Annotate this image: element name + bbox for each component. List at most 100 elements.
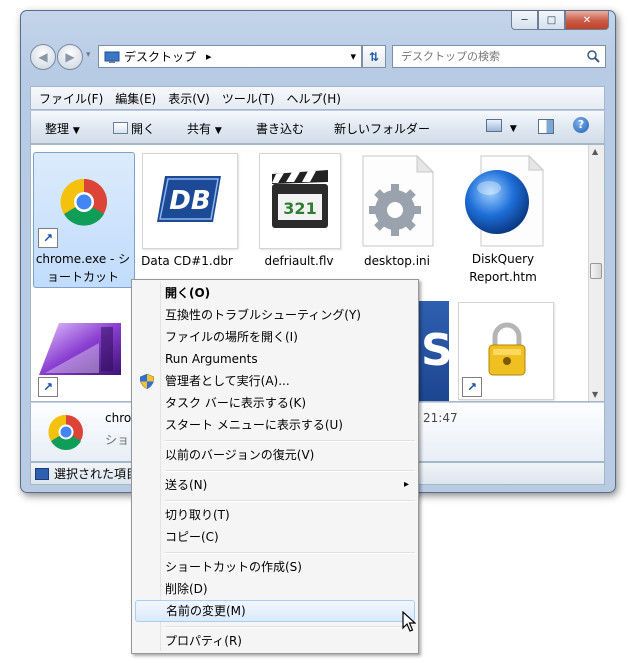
breadcrumb-separator-icon[interactable]: ▸ <box>206 50 212 63</box>
padlock-icon <box>488 322 526 376</box>
file-item-diskquery-report[interactable]: DiskQuery Report.htm <box>455 152 551 286</box>
file-item-chrome-shortcut[interactable]: ↗ chrome.exe - シ ョートカット <box>33 152 135 288</box>
address-dropdown-icon[interactable]: ▾ <box>350 50 356 63</box>
back-button[interactable]: ◀ <box>30 44 56 70</box>
views-icon <box>486 119 502 132</box>
clapper-text: 321 <box>283 199 316 218</box>
organize-button[interactable]: 整理 ▼ <box>45 120 80 137</box>
file-thumbnail-frame: ↗ <box>458 302 554 400</box>
file-item-data-cd[interactable]: DB Data CD#1.dbr <box>139 152 238 286</box>
menu-item-rename[interactable]: 名前の変更(M) <box>135 600 415 622</box>
chevron-down-icon: ▼ <box>214 126 222 136</box>
help-icon: ? <box>573 117 589 133</box>
caption-buttons: ─ □ ✕ <box>511 11 609 30</box>
address-bar[interactable]: デスクトップ ▸ ▾ <box>98 45 362 68</box>
menu-tools[interactable]: ツール(T) <box>222 90 275 107</box>
menu-item-properties[interactable]: プロパティ(R) <box>135 630 415 652</box>
menu-item-pin-start[interactable]: スタート メニューに表示する(U) <box>135 414 415 436</box>
scroll-down-icon[interactable]: ▼ <box>592 390 598 399</box>
menu-file[interactable]: ファイル(F) <box>39 90 103 107</box>
open-button[interactable]: 開く <box>113 120 155 137</box>
menu-view[interactable]: 表示(V) <box>168 90 210 107</box>
open-label: 開く <box>131 122 156 136</box>
menu-item-run-as-admin[interactable]: 管理者として実行(A)... <box>135 370 415 392</box>
db-logo-icon: DB <box>157 176 221 222</box>
menu-item-open[interactable]: 開く(O) <box>135 282 415 304</box>
menu-item-restore-versions[interactable]: 以前のバージョンの復元(V) <box>135 444 415 466</box>
partial-file-thumbnail[interactable]: S <box>419 301 453 401</box>
menu-separator <box>165 470 415 472</box>
menu-item-pin-taskbar[interactable]: タスク バーに表示する(K) <box>135 392 415 414</box>
forward-button[interactable]: ▶ <box>57 44 83 70</box>
run-as-admin-label: 管理者として実行(A)... <box>165 374 290 388</box>
file-name-line1: DiskQuery <box>471 252 535 266</box>
file-label: chrome.exe - シ ョートカット <box>33 250 133 286</box>
shortcut-arrow-icon: ↗ <box>462 377 482 397</box>
chevron-down-icon: ▼ <box>72 126 80 136</box>
menu-item-compat-troubleshoot[interactable]: 互換性のトラブルシューティング(Y) <box>135 304 415 326</box>
file-name-line1: Data CD#1.dbr <box>141 254 233 268</box>
forward-arrow-icon: ▶ <box>65 50 75 64</box>
details-file-type: ショ <box>105 433 130 447</box>
address-location[interactable]: デスクトップ <box>124 48 196 65</box>
burn-button[interactable]: 書き込む <box>256 120 304 137</box>
menu-item-cut[interactable]: 切り取り(T) <box>135 504 415 526</box>
send-to-label: 送る(N) <box>165 478 208 492</box>
uac-shield-icon <box>140 374 154 389</box>
scroll-up-icon[interactable]: ▲ <box>592 147 598 156</box>
vertical-scrollbar[interactable]: ▲ ▼ <box>588 145 604 401</box>
search-icon[interactable] <box>586 49 600 63</box>
recent-pages-dropdown-icon[interactable]: ▾ <box>86 50 91 60</box>
desktop-folder-icon <box>104 51 120 63</box>
menu-separator <box>165 552 415 554</box>
file-name-line2: ョートカット <box>46 270 119 284</box>
menu-item-run-arguments[interactable]: Run Arguments <box>135 348 415 370</box>
menu-separator <box>165 440 415 442</box>
menu-item-send-to[interactable]: 送る(N) ▸ <box>135 474 415 496</box>
organize-label: 整理 <box>45 122 70 136</box>
refresh-icon: ⇅ <box>368 49 380 64</box>
details-modified-time: 21:47 <box>423 411 458 425</box>
search-input[interactable] <box>393 49 583 64</box>
view-options-button[interactable]: ▼ <box>486 119 517 134</box>
status-text: 選択された項目 <box>54 467 139 481</box>
close-button[interactable]: ✕ <box>565 11 609 30</box>
file-thumbnail-frame: 321 <box>259 153 341 249</box>
menu-bar: ファイル(F) 編集(E) 表示(V) ツール(T) ヘルプ(H) <box>30 86 605 110</box>
share-button[interactable]: 共有 ▼ <box>187 120 222 137</box>
scrollbar-thumb[interactable] <box>590 263 602 279</box>
new-folder-button[interactable]: 新しいフォルダー <box>334 120 430 137</box>
refresh-button[interactable]: ⇅ <box>362 45 386 68</box>
help-button[interactable]: ? <box>573 117 589 133</box>
menu-help[interactable]: ヘルプ(H) <box>287 90 341 107</box>
file-item-defriault-flv[interactable]: 321 defriault.flv <box>251 152 347 286</box>
menu-separator <box>165 500 415 502</box>
menu-edit[interactable]: 編集(E) <box>115 90 156 107</box>
preview-pane-button[interactable] <box>538 119 554 137</box>
shortcut-arrow-icon: ↗ <box>38 377 58 397</box>
file-item-lock[interactable]: ↗ <box>455 301 554 401</box>
file-name-line1: defriault.flv <box>264 254 334 268</box>
video-app-icon <box>39 323 121 375</box>
file-name-line1: desktop.ini <box>364 254 430 268</box>
file-item-desktop-ini[interactable]: desktop.ini <box>349 152 445 286</box>
chevron-down-icon: ▼ <box>509 124 517 134</box>
menu-item-create-shortcut[interactable]: ショートカットの作成(S) <box>135 556 415 578</box>
command-bar: 整理 ▼ 開く 共有 ▼ 書き込む 新しいフォルダー ▼ ? <box>30 111 605 144</box>
file-item-video-app[interactable]: ↗ <box>33 305 129 401</box>
file-label: DiskQuery Report.htm <box>455 250 551 286</box>
menu-item-open-location[interactable]: ファイルの場所を開く(I) <box>135 326 415 348</box>
chrome-icon <box>48 414 83 450</box>
shortcut-arrow-icon: ↗ <box>38 228 58 248</box>
partial-thumbnail-letter: S <box>421 325 453 376</box>
maximize-button[interactable]: □ <box>538 11 565 30</box>
menu-item-copy[interactable]: コピー(C) <box>135 526 415 548</box>
minimize-button[interactable]: ─ <box>511 11 538 30</box>
file-label: defriault.flv <box>251 252 347 270</box>
db-logo-text: DB <box>169 186 210 216</box>
search-box[interactable] <box>392 45 606 68</box>
menu-item-delete[interactable]: 削除(D) <box>135 578 415 600</box>
media-clapper-icon: 321 <box>272 170 328 228</box>
file-name-line1: chrome.exe - シ <box>35 252 131 266</box>
submenu-arrow-icon: ▸ <box>403 479 409 490</box>
